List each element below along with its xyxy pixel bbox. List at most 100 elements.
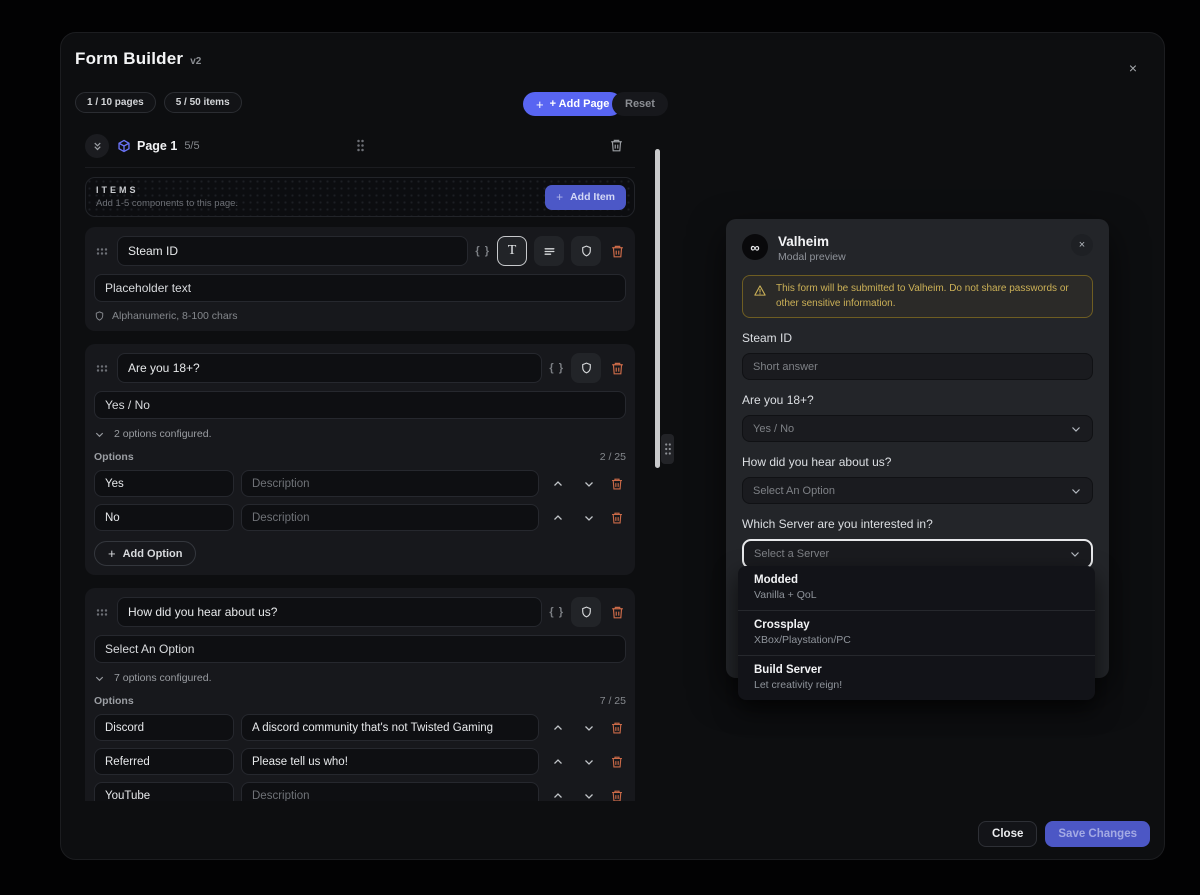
option-description-input[interactable]	[241, 504, 539, 531]
move-option-down-icon[interactable]	[577, 752, 601, 772]
delete-item-trash-icon[interactable]	[608, 242, 626, 260]
variables-icon[interactable]: { }	[549, 362, 564, 374]
delete-item-trash-icon[interactable]	[608, 359, 626, 377]
option-description-input[interactable]	[241, 782, 539, 801]
server-dropdown-menu: Modded Vanilla + QoL Crossplay XBox/Play…	[738, 566, 1095, 700]
delete-option-trash-icon[interactable]	[608, 509, 626, 527]
option-name-input[interactable]	[94, 782, 234, 801]
delete-page-trash-icon[interactable]	[609, 138, 625, 154]
move-option-down-icon[interactable]	[577, 508, 601, 528]
shield-icon	[94, 310, 105, 322]
options-configured-toggle[interactable]: 2 options configured.	[94, 428, 626, 440]
preview-header: ∞ Valheim Modal preview ×	[742, 234, 1093, 263]
option-name-input[interactable]	[94, 714, 234, 741]
items-count-badge: 5 / 50 items	[164, 92, 242, 113]
validation-shield-button[interactable]	[571, 353, 601, 383]
item-placeholder-input[interactable]	[94, 635, 626, 663]
add-option-button[interactable]: + Add Option	[94, 541, 196, 566]
preview-text-input[interactable]: Short answer	[742, 353, 1093, 380]
item-drag-handle-icon[interactable]	[94, 247, 110, 256]
add-page-button[interactable]: + + Add Page	[523, 92, 622, 116]
page-drag-handle-icon[interactable]	[356, 139, 365, 152]
app-title: Form Builder	[75, 49, 183, 69]
move-option-down-icon[interactable]	[577, 718, 601, 738]
delete-option-trash-icon[interactable]	[608, 753, 626, 771]
builder-panel: Page 1 5/5 ITEMS Add 1-5 components to t…	[85, 127, 635, 801]
dropdown-option-crossplay[interactable]: Crossplay XBox/Playstation/PC	[738, 610, 1095, 655]
preview-field: Are you 18+? Yes / No	[742, 393, 1093, 442]
preview-select[interactable]: Select An Option	[742, 477, 1093, 504]
double-chevron-down-icon	[92, 141, 103, 152]
footer-actions: Close Save Changes	[978, 821, 1150, 847]
preview-select[interactable]: Yes / No	[742, 415, 1093, 442]
items-heading-group: ITEMS Add 1-5 components to this page.	[96, 185, 238, 209]
delete-item-trash-icon[interactable]	[608, 603, 626, 621]
move-option-up-icon[interactable]	[546, 718, 570, 738]
option-description-input[interactable]	[241, 470, 539, 497]
builder-scrollbar[interactable]	[655, 149, 660, 468]
avatar: ∞	[742, 234, 768, 260]
preview-field: How did you hear about us? Select An Opt…	[742, 455, 1093, 504]
item-label-input[interactable]	[117, 597, 542, 627]
option-description-input[interactable]	[241, 714, 539, 741]
preview-field: Steam ID Short answer	[742, 331, 1093, 380]
variables-icon[interactable]: { }	[475, 245, 490, 257]
option-name-input[interactable]	[94, 470, 234, 497]
preview-warning-banner: This form will be submitted to Valheim. …	[742, 275, 1093, 318]
delete-option-trash-icon[interactable]	[608, 719, 626, 737]
warning-icon	[753, 284, 767, 297]
validation-shield-button[interactable]	[571, 597, 601, 627]
page-name: Page 1	[137, 139, 177, 153]
form-builder-window: Form Builder v2 × 1 / 10 pages 5 / 50 it…	[60, 32, 1165, 860]
options-header: Options 7 / 25	[94, 695, 626, 707]
plus-icon: +	[108, 546, 116, 561]
preview-select-focused[interactable]: Select a Server	[742, 539, 1093, 569]
delete-option-trash-icon[interactable]	[608, 475, 626, 493]
preview-title: Valheim	[778, 234, 846, 249]
move-option-up-icon[interactable]	[546, 752, 570, 772]
item-label-input[interactable]	[117, 236, 468, 266]
lines-icon	[543, 245, 556, 258]
option-name-input[interactable]	[94, 748, 234, 775]
chevron-down-icon	[1070, 485, 1082, 497]
move-option-down-icon[interactable]	[577, 786, 601, 802]
item-placeholder-input[interactable]	[94, 391, 626, 419]
dropdown-option-modded[interactable]: Modded Vanilla + QoL	[738, 566, 1095, 610]
paragraph-style-button[interactable]	[534, 236, 564, 266]
page-cube-icon	[117, 139, 131, 153]
items-heading: ITEMS	[96, 185, 238, 195]
move-option-up-icon[interactable]	[546, 508, 570, 528]
chevron-down-icon	[1070, 423, 1082, 435]
option-description-input[interactable]	[241, 748, 539, 775]
close-icon[interactable]: ×	[1124, 59, 1142, 77]
form-item-card-age: { } 2 options configured. Options 2 / 25	[85, 344, 635, 575]
dropdown-option-build-server[interactable]: Build Server Let creativity reign!	[738, 655, 1095, 700]
options-configured-toggle[interactable]: 7 options configured.	[94, 672, 626, 684]
pages-count-badge: 1 / 10 pages	[75, 92, 156, 113]
preview-subtitle: Modal preview	[778, 251, 846, 263]
item-drag-handle-icon[interactable]	[94, 608, 110, 617]
save-changes-button[interactable]: Save Changes	[1045, 821, 1150, 847]
validation-shield-button[interactable]	[571, 236, 601, 266]
grip-dots-icon	[664, 442, 672, 456]
item-drag-handle-icon[interactable]	[94, 364, 110, 373]
move-option-up-icon[interactable]	[546, 786, 570, 802]
reset-button[interactable]: Reset	[612, 92, 668, 116]
move-option-up-icon[interactable]	[546, 474, 570, 494]
close-button[interactable]: Close	[978, 821, 1037, 847]
move-option-down-icon[interactable]	[577, 474, 601, 494]
collapse-page-button[interactable]	[85, 134, 109, 158]
item-placeholder-input[interactable]	[94, 274, 626, 302]
chevron-down-icon	[1069, 548, 1081, 560]
add-item-button[interactable]: + Add Item	[545, 185, 626, 210]
option-row	[94, 470, 626, 497]
option-name-input[interactable]	[94, 504, 234, 531]
item-label-input[interactable]	[117, 353, 542, 383]
text-style-button[interactable]: T	[497, 236, 527, 266]
header-badges: 1 / 10 pages 5 / 50 items	[75, 92, 242, 113]
option-row	[94, 748, 626, 775]
delete-option-trash-icon[interactable]	[608, 787, 626, 802]
panel-resize-handle[interactable]	[661, 434, 674, 464]
preview-close-icon[interactable]: ×	[1071, 234, 1093, 256]
variables-icon[interactable]: { }	[549, 606, 564, 618]
